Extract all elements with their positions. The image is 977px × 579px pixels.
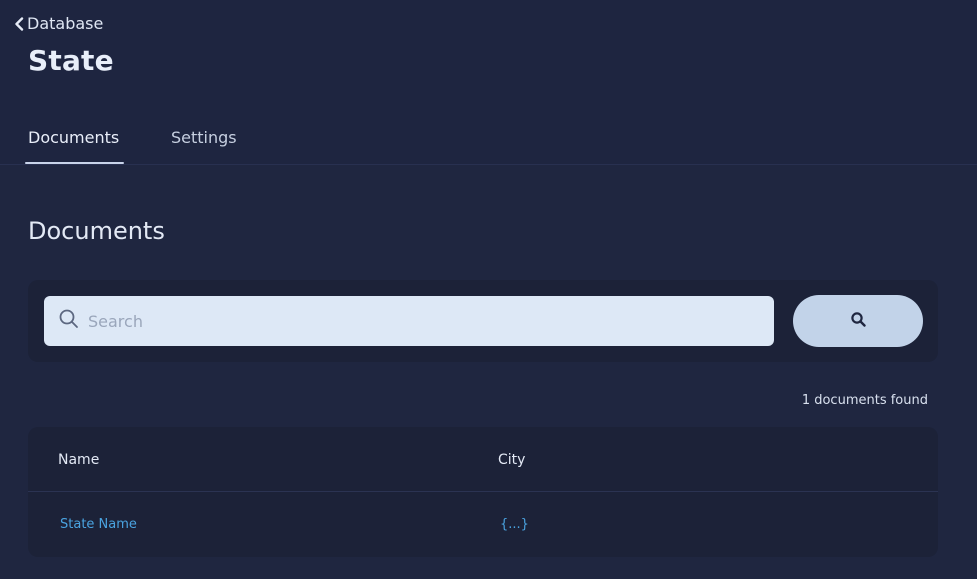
- search-input[interactable]: [88, 311, 708, 331]
- chevron-left-icon: [14, 16, 24, 31]
- cell-city-object[interactable]: {...}: [500, 517, 529, 532]
- results-count: 1 documents found: [801, 393, 928, 408]
- column-header-name: Name: [58, 452, 100, 468]
- tab-bar: Documents Settings: [0, 120, 977, 165]
- tab-settings[interactable]: Settings: [171, 128, 237, 147]
- back-link-label: Database: [27, 14, 104, 33]
- page-title: State: [28, 44, 114, 77]
- search-icon: [850, 312, 866, 330]
- column-header-city: City: [498, 452, 526, 468]
- search-icon: [59, 309, 79, 333]
- back-link[interactable]: Database: [14, 14, 103, 33]
- documents-table: Name City State Name {...}: [28, 427, 938, 557]
- search-field[interactable]: [44, 296, 774, 346]
- active-tab-indicator: [25, 162, 124, 164]
- cell-name-link[interactable]: State Name: [60, 517, 137, 532]
- section-title: Documents: [28, 217, 165, 245]
- tab-documents[interactable]: Documents: [28, 128, 119, 147]
- table-row[interactable]: State Name {...}: [28, 493, 938, 557]
- page-header: Database State Documents Settings: [0, 0, 977, 165]
- search-button[interactable]: [793, 295, 923, 347]
- table-header: Name City: [28, 427, 938, 492]
- search-panel: [28, 280, 938, 362]
